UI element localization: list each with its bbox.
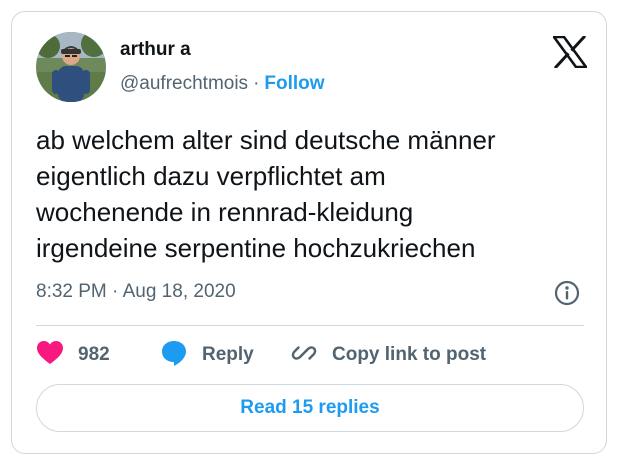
tweet-card: arthur a @aufrechtmois · Follow ab welchem… (11, 11, 607, 454)
read-replies-button[interactable]: Read 15 replies (36, 384, 584, 432)
author-handle[interactable]: @aufrechtmois (120, 73, 248, 94)
separator-dot: · (253, 73, 260, 94)
x-logo-icon[interactable] (551, 34, 589, 70)
avatar-photo (36, 32, 106, 102)
copy-link-label: Copy link to post (332, 344, 487, 365)
link-icon (290, 339, 318, 372)
tweet-actions: 982 Reply Copy link to post (36, 339, 584, 371)
speech-bubble-icon (160, 339, 188, 372)
divider (36, 325, 584, 326)
copy-link-button[interactable]: Copy link to post (290, 339, 486, 371)
like-button[interactable]: 982 (36, 339, 110, 371)
reply-label: Reply (202, 344, 254, 365)
tweet-text: ab welchem alter sind deutsche männer ei… (36, 125, 496, 263)
heart-icon (36, 340, 64, 371)
author-name[interactable]: arthur a (120, 38, 191, 62)
follow-button[interactable]: Follow (264, 73, 324, 94)
info-icon[interactable] (554, 280, 580, 306)
like-count: 982 (78, 344, 110, 365)
tweet-timestamp[interactable]: 8:32 PM · Aug 18, 2020 (36, 280, 236, 304)
author-handle-row: @aufrechtmois · Follow (120, 72, 325, 96)
reply-button[interactable]: Reply (160, 339, 254, 371)
avatar[interactable] (36, 32, 106, 102)
